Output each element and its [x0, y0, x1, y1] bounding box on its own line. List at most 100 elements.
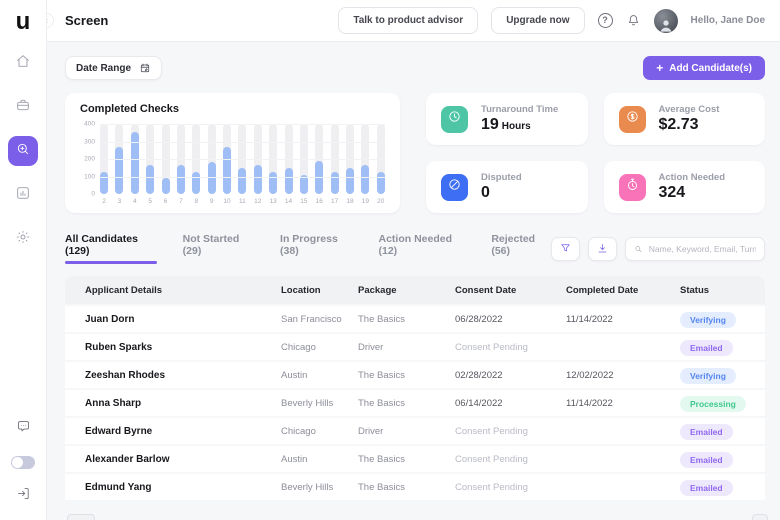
theme-toggle-switch[interactable]	[11, 456, 35, 469]
sidebar-item-work[interactable]	[8, 92, 38, 122]
package-cell: Driver	[358, 342, 455, 353]
dashboard-row: Completed Checks 4003002001000 234567891…	[65, 93, 765, 213]
table-row[interactable]: Ruben SparksChicagoDriverConsent Pending…	[65, 334, 765, 360]
settings-icon	[15, 229, 31, 250]
x-tick-label: 19	[361, 198, 369, 205]
bar	[100, 172, 108, 194]
status-badge: Processing	[680, 396, 746, 412]
status-cell: Emailed	[680, 450, 765, 468]
y-tick-label: 400	[84, 121, 95, 128]
download-icon	[596, 242, 609, 255]
applicant-name: Ruben Sparks	[85, 342, 281, 353]
applicant-name: Anna Sharp	[85, 398, 281, 409]
status-badge: Emailed	[680, 424, 733, 440]
stat-label: Disputed	[481, 172, 522, 183]
bar	[300, 175, 308, 194]
clock-icon-box	[441, 106, 468, 133]
filter-button[interactable]	[551, 237, 580, 261]
column-header: Package	[358, 285, 455, 296]
add-candidates-button[interactable]: + Add Candidate(s)	[643, 56, 765, 80]
applicant-name: Edward Byrne	[85, 426, 281, 437]
pagination-prev-button[interactable]	[67, 514, 95, 520]
y-tick-label: 200	[84, 156, 95, 163]
tab-all-candidates[interactable]: All Candidates (129)	[65, 233, 157, 264]
gridline	[100, 177, 385, 178]
x-tick-label: 4	[131, 198, 139, 205]
bar	[146, 165, 154, 194]
stat-label: Turnaround Time	[481, 104, 558, 115]
stat-text: Turnaround Time19Hours	[481, 104, 558, 134]
table-row[interactable]: Anna SharpBeverly HillsThe Basics06/14/2…	[65, 390, 765, 416]
table-row[interactable]: Alexander BarlowAustinThe BasicsConsent …	[65, 446, 765, 472]
tab-not-started[interactable]: Not Started (29)	[183, 233, 254, 264]
x-tick-label: 20	[377, 198, 385, 205]
pagination-next-button[interactable]	[752, 514, 768, 520]
status-badge: Emailed	[680, 452, 733, 468]
consent-date-cell: Consent Pending	[455, 426, 566, 437]
status-badge: Verifying	[680, 312, 736, 328]
stat-card-disputed: Disputed0	[426, 161, 588, 213]
bar	[285, 168, 293, 194]
chart-y-axis: 4003002001000	[80, 124, 100, 194]
x-tick-label: 12	[254, 198, 262, 205]
stat-card-action-needed: Action Needed324	[604, 161, 766, 213]
briefcase-icon	[15, 97, 31, 118]
completed-date-cell: 11/14/2022	[566, 398, 680, 409]
gridline	[100, 142, 385, 143]
bar	[208, 162, 216, 194]
user-greeting: Hello, Jane Doe	[691, 15, 765, 26]
tabs-row: All Candidates (129) Not Started (29) In P…	[65, 233, 765, 264]
help-icon[interactable]: ?	[598, 13, 613, 28]
tab-in-progress[interactable]: In Progress (38)	[280, 233, 352, 264]
package-cell: The Basics	[358, 482, 455, 493]
tab-rejected[interactable]: Rejected (56)	[491, 233, 551, 264]
chat-icon	[16, 419, 31, 439]
chart-plot-area	[100, 124, 385, 194]
main-content: Date Range + Add Candidate(s) Completed …	[47, 42, 780, 520]
bar	[377, 172, 385, 194]
column-header: Status	[680, 285, 765, 296]
sidebar-item-screen[interactable]	[8, 136, 38, 166]
status-badge: Verifying	[680, 368, 736, 384]
sidebar-item-home[interactable]	[8, 48, 38, 78]
tab-action-needed[interactable]: Action Needed (12)	[379, 233, 466, 264]
date-range-button[interactable]: Date Range	[65, 56, 162, 80]
consent-date-cell: Consent Pending	[455, 342, 566, 353]
table-controls	[551, 237, 765, 261]
table-row[interactable]: Juan DornSan FranciscoThe Basics06/28/20…	[65, 306, 765, 332]
completed-date-cell: 11/14/2022	[566, 314, 680, 325]
x-tick-label: 15	[300, 198, 308, 205]
sidebar-item-settings[interactable]	[8, 224, 38, 254]
screen-search-icon	[15, 141, 31, 162]
sidebar-item-support-chat[interactable]	[16, 419, 31, 439]
upgrade-now-button[interactable]: Upgrade now	[491, 7, 584, 34]
x-tick-label: 7	[177, 198, 185, 205]
download-button[interactable]	[588, 237, 617, 261]
talk-to-advisor-button[interactable]: Talk to product advisor	[338, 7, 478, 34]
bar	[315, 161, 323, 194]
sidebar-item-reports[interactable]	[8, 180, 38, 210]
x-tick-label: 6	[162, 198, 170, 205]
sidebar-nav	[8, 48, 38, 254]
notifications-bell-icon[interactable]	[626, 13, 641, 28]
table-row[interactable]: Edward ByrneChicagoDriverConsent Pending…	[65, 418, 765, 444]
x-tick-label: 13	[269, 198, 277, 205]
location-cell: Chicago	[281, 342, 358, 353]
completed-checks-card: Completed Checks 4003002001000 234567891…	[65, 93, 400, 213]
location-cell: Beverly Hills	[281, 482, 358, 493]
consent-date-cell: 02/28/2022	[455, 370, 566, 381]
avatar[interactable]	[654, 9, 678, 33]
search-input[interactable]	[649, 244, 756, 254]
x-tick-label: 11	[238, 198, 246, 205]
table-row[interactable]: Zeeshan RhodesAustinThe Basics02/28/2022…	[65, 362, 765, 388]
bar-chart: 4003002001000	[80, 124, 385, 194]
stat-text: Action Needed324	[659, 172, 726, 202]
dollar-icon-box	[619, 106, 646, 133]
location-cell: San Francisco	[281, 314, 358, 325]
x-tick-label: 10	[223, 198, 231, 205]
table-row[interactable]: Edmund YangBeverly HillsThe BasicsConsen…	[65, 474, 765, 500]
y-tick-label: 0	[91, 191, 95, 198]
sidebar-item-logout[interactable]	[16, 486, 31, 506]
plus-icon: +	[656, 61, 663, 75]
consent-date-cell: Consent Pending	[455, 454, 566, 465]
